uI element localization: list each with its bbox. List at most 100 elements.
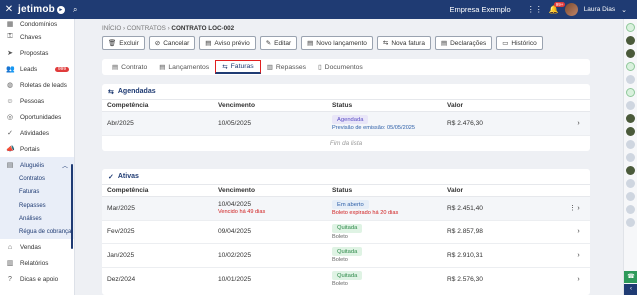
button-label: Cancelar — [163, 39, 190, 47]
contact-avatar[interactable] — [626, 114, 635, 123]
contact-avatar[interactable] — [626, 153, 635, 162]
contact-avatar[interactable] — [626, 36, 635, 45]
notice-button[interactable]: ▤ Aviso prévio — [199, 36, 256, 50]
more-options-icon[interactable]: ⋮ — [569, 204, 576, 212]
declarations-icon: ▤ — [440, 40, 448, 47]
sidebar-scrollbar[interactable] — [71, 164, 73, 249]
table-row[interactable]: Jan/2025 10/02/2025 Quitada Boleto R$ 2.… — [102, 244, 590, 268]
tab-faturas[interactable]: ⇆ Faturas — [215, 60, 261, 74]
contact-avatar[interactable] — [626, 127, 635, 136]
user-menu-chevron-icon[interactable]: ⌄ — [621, 6, 627, 14]
sidebar-subitem-faturas[interactable]: Faturas — [0, 186, 74, 200]
invoice-icon: ⇆ — [222, 63, 228, 71]
status-badge: Quitada — [332, 223, 363, 233]
cancel-button[interactable]: ⊘ Cancelar — [148, 36, 196, 50]
notifications-bell-icon[interactable]: 🔔 99+ — [549, 2, 566, 14]
cancel-icon: ⊘ — [154, 40, 161, 47]
column-header: Valor — [447, 102, 464, 109]
contact-avatar[interactable] — [626, 205, 635, 214]
history-button[interactable]: ▭ Histórico — [496, 36, 543, 50]
tab-repasses[interactable]: ▥ Repasses — [261, 60, 312, 74]
user-avatar[interactable] — [564, 3, 578, 16]
table-row[interactable]: Fev/2025 09/04/2025 Quitada Boleto R$ 2.… — [102, 221, 590, 244]
sidebar-item-oportunidades[interactable]: ◎ Oportunidades — [0, 109, 74, 125]
sidebar-item-pessoas[interactable]: ☺ Pessoas — [0, 93, 74, 109]
contact-avatar[interactable] — [626, 62, 635, 71]
sidebar-subitem-repasses[interactable]: Repasses — [0, 199, 74, 213]
contact-avatar[interactable] — [626, 218, 635, 227]
sidebar-item-alugueis[interactable]: ▤ Aluguéis ︿ — [0, 157, 74, 173]
button-label: Excluir — [119, 39, 139, 47]
delete-button[interactable]: 🗑 Excluir — [102, 36, 145, 50]
cell-status: Quitada Boleto — [332, 247, 447, 263]
status-note: Boleto expirado há 20 dias — [332, 210, 399, 217]
table-row[interactable]: Dez/2024 10/01/2025 Quitada Boleto R$ 2.… — [102, 268, 590, 292]
key-icon: ⚿ — [7, 33, 13, 40]
sidebar-subitem-analises[interactable]: Análises — [0, 212, 74, 227]
card-header: ✓ Ativas — [102, 169, 590, 185]
contact-avatar[interactable] — [626, 101, 635, 110]
sidebar-item-chaves[interactable]: ⚿ Chaves — [0, 29, 74, 45]
chat-icon[interactable]: ☎ — [624, 271, 637, 283]
sidebar-item-dicas[interactable]: ? Dicas e apoio — [0, 271, 74, 287]
tab-label: Documentos — [324, 63, 363, 71]
sidebar-subitem-contratos[interactable]: Contratos — [0, 173, 74, 187]
declarations-button[interactable]: ▤ Declarações — [434, 36, 493, 50]
button-label: Nova fatura — [391, 39, 425, 47]
cell-competencia: Mar/2025 — [107, 204, 135, 212]
contact-avatar[interactable] — [626, 179, 635, 188]
tab-label: Faturas — [230, 63, 254, 70]
sidebar-item-condominios[interactable]: ▦ Condomínios — [0, 19, 74, 29]
file-icon: ▯ — [318, 64, 322, 71]
sidebar-item-portais[interactable]: 📣 Portais — [0, 141, 74, 157]
sidebar-item-relatorios[interactable]: ▥ Relatórios — [0, 255, 74, 271]
edit-button[interactable]: ✎ Editar — [259, 36, 298, 50]
chevron-right-icon[interactable]: › — [567, 276, 590, 283]
chevron-right-icon[interactable]: › — [567, 252, 590, 259]
contact-avatar[interactable] — [626, 88, 635, 97]
contact-avatar[interactable] — [626, 166, 635, 175]
column-header: Vencimento — [218, 102, 256, 109]
logo-text: jetimob — [18, 4, 55, 15]
cell-competencia: Jan/2025 — [107, 251, 135, 259]
sidebar-item-roletas[interactable]: ◍ Roletas de leads — [0, 77, 74, 93]
breadcrumb-section[interactable]: CONTRATOS — [127, 25, 166, 32]
collapse-rail-icon[interactable]: ‹ — [624, 284, 637, 295]
notifications-badge: 99+ — [553, 2, 566, 7]
chevron-right-icon[interactable]: › — [567, 120, 590, 127]
contact-avatar[interactable] — [626, 140, 635, 149]
contact-avatar[interactable] — [626, 192, 635, 201]
contact-avatar[interactable] — [626, 75, 635, 84]
column-header: Status — [332, 102, 353, 109]
contacts-rail: ☎ ‹ — [623, 19, 637, 295]
new-entry-button[interactable]: ▤ Novo lançamento — [301, 36, 373, 50]
sidebar-subitem-regua[interactable]: Régua de cobrança — [0, 226, 74, 240]
breadcrumb-home[interactable]: INÍCIO — [102, 25, 121, 32]
sidebar-item-atividades[interactable]: ✓ Atividades — [0, 125, 74, 141]
user-name[interactable]: Laura Dias — [584, 6, 615, 13]
close-icon[interactable]: ✕ — [0, 4, 18, 15]
sidebar-item-propostas[interactable]: ➤ Propostas — [0, 45, 74, 61]
tab-documentos[interactable]: ▯ Documentos — [312, 60, 369, 74]
contact-avatar[interactable] — [626, 49, 635, 58]
tab-lancamentos[interactable]: ▤ Lançamentos — [153, 60, 215, 74]
new-invoice-button[interactable]: ⇆ Nova fatura — [376, 36, 431, 50]
contact-avatar[interactable] — [626, 23, 635, 32]
logo-mark-icon: ► — [56, 5, 65, 14]
column-header: Competência — [107, 187, 149, 194]
chevron-right-icon[interactable]: › — [567, 228, 590, 235]
entry-icon: ▤ — [307, 40, 314, 47]
tab-contrato[interactable]: ▤ Contrato — [106, 60, 153, 74]
table-header: Competência Vencimento Status Valor — [102, 185, 590, 197]
sidebar-item-leads[interactable]: 👥 Leads 999 — [0, 61, 74, 77]
target-icon: ◎ — [6, 114, 14, 121]
table-row[interactable]: Mar/2025 10/04/2025 Vencido há 49 dias E… — [102, 197, 590, 221]
entry-icon: ▤ — [159, 64, 166, 71]
search-icon[interactable]: ⌕ — [73, 5, 77, 15]
company-name[interactable]: Empresa Exemplo — [449, 5, 510, 14]
table-row[interactable]: Abr/2025 10/05/2025 Agendada Previsão de… — [102, 112, 590, 136]
apps-grid-icon[interactable]: ⋮⋮ — [527, 5, 543, 14]
sidebar-item-vendas[interactable]: ⌂ Vendas — [0, 239, 74, 255]
cell-status: Quitada Boleto — [332, 223, 447, 240]
app-logo[interactable]: jetimob ► — [18, 4, 65, 15]
